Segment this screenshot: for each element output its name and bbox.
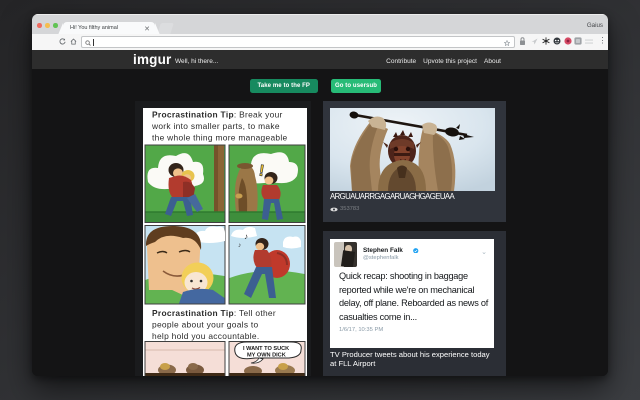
svg-text:help hold you accountable.: help hold you accountable. (152, 331, 259, 341)
svg-text:♪: ♪ (244, 232, 248, 241)
svg-text:Procrastination Tip: Tell othe: Procrastination Tip: Tell other (152, 308, 276, 318)
svg-text:MY OWN DICK: MY OWN DICK (247, 353, 286, 359)
svg-text:the whole thing more manageabl: the whole thing more manageable (152, 133, 288, 143)
svg-text:♪: ♪ (238, 242, 241, 249)
svg-text:I WANT TO SUCK: I WANT TO SUCK (243, 346, 289, 352)
svg-text:work into smaller parts, to ma: work into smaller parts, to make (151, 121, 280, 131)
svg-text:people about your goals to: people about your goals to (152, 320, 259, 330)
svg-text:Procrastination Tip: Break you: Procrastination Tip: Break your (152, 110, 283, 120)
